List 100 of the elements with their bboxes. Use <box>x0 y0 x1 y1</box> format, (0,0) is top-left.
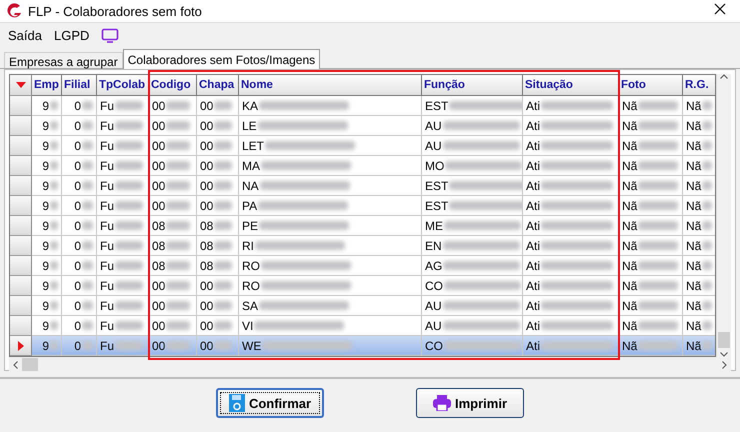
table-cell: 9 <box>32 336 62 356</box>
table-cell: MO <box>422 156 523 176</box>
column-header[interactable]: Filial <box>62 75 97 96</box>
row-indicator[interactable] <box>10 276 32 296</box>
print-button[interactable]: Imprimir <box>416 388 524 418</box>
table-cell: 0 <box>62 196 97 216</box>
menu-item[interactable]: Saída <box>8 28 42 42</box>
row-indicator[interactable] <box>10 156 32 176</box>
table-cell: 0 <box>62 336 97 356</box>
column-header[interactable]: Codigo <box>149 75 197 96</box>
menu-item[interactable]: LGPD <box>54 28 90 42</box>
table-cell: Ati <box>523 336 619 356</box>
table-cell: EST <box>422 96 523 116</box>
table-cell: 0 <box>62 296 97 316</box>
confirm-button[interactable]: Confirmar <box>216 388 324 418</box>
table-cell: RI <box>239 236 422 256</box>
table-cell: 00 <box>197 336 239 356</box>
column-header[interactable]: TpColab <box>97 75 149 96</box>
table-cell: Ati <box>523 216 619 236</box>
column-header[interactable]: Chapa <box>197 75 239 96</box>
table-cell: Ati <box>523 236 619 256</box>
table-cell: 08 <box>197 256 239 276</box>
table-cell: 9 <box>32 176 62 196</box>
row-indicator[interactable] <box>10 256 32 276</box>
vertical-scrollbar[interactable] <box>716 74 731 357</box>
table-cell: NA <box>239 176 422 196</box>
app-logo-icon <box>6 3 22 19</box>
table-cell: SA <box>239 296 422 316</box>
tab[interactable]: Colaboradores sem Fotos/Imagens <box>122 49 320 69</box>
table-cell: Fu <box>97 96 149 116</box>
row-indicator[interactable] <box>10 336 32 356</box>
column-header[interactable]: Função <box>422 75 523 96</box>
table-cell: 00 <box>149 336 197 356</box>
table-cell: Fu <box>97 276 149 296</box>
scroll-right-icon[interactable] <box>722 360 727 368</box>
table-cell: Nã <box>683 336 716 356</box>
sort-down-icon[interactable] <box>16 82 26 88</box>
row-indicator[interactable] <box>10 216 32 236</box>
scroll-thumb[interactable] <box>22 358 38 371</box>
table-cell: Fu <box>97 216 149 236</box>
table-cell: Fu <box>97 116 149 136</box>
table-cell: Ati <box>523 96 619 116</box>
table-cell: 08 <box>149 236 197 256</box>
window-title: FLP - Colaboradores sem foto <box>28 4 203 18</box>
row-indicator[interactable] <box>10 196 32 216</box>
table-cell: Nã <box>619 196 683 216</box>
table-cell: AU <box>422 296 523 316</box>
column-header[interactable]: Emp <box>32 75 62 96</box>
table-cell: 9 <box>32 96 62 116</box>
row-indicator[interactable] <box>10 136 32 156</box>
column-header[interactable]: Nome <box>239 75 422 96</box>
table-cell: 9 <box>32 256 62 276</box>
table-cell: 0 <box>62 216 97 236</box>
table-cell: Nã <box>619 176 683 196</box>
table-cell: Ati <box>523 296 619 316</box>
column-header[interactable]: R.G. <box>683 75 716 96</box>
table-cell: Ati <box>523 196 619 216</box>
horizontal-scrollbar[interactable] <box>9 357 731 372</box>
tab[interactable]: Empresas a agrupar <box>4 52 123 68</box>
column-header[interactable]: Situação <box>523 75 619 96</box>
table-cell: Nã <box>619 216 683 236</box>
table-cell: KA <box>239 96 422 116</box>
row-indicator[interactable] <box>10 236 32 256</box>
table-cell: 00 <box>149 296 197 316</box>
table-cell: Nã <box>619 116 683 136</box>
row-indicator[interactable] <box>10 176 32 196</box>
row-indicator[interactable] <box>10 316 32 336</box>
table-cell: 00 <box>197 96 239 116</box>
table-cell: 08 <box>149 256 197 276</box>
row-indicator[interactable] <box>10 296 32 316</box>
scroll-up-icon[interactable] <box>720 74 728 79</box>
table-cell: 00 <box>149 176 197 196</box>
table-cell: 08 <box>197 236 239 256</box>
table-cell: 00 <box>149 276 197 296</box>
table-cell: 00 <box>197 176 239 196</box>
table-cell: 00 <box>149 136 197 156</box>
scroll-left-icon[interactable] <box>13 360 18 368</box>
table-cell: 0 <box>62 96 97 116</box>
row-indicator[interactable] <box>10 116 32 136</box>
table-cell: Nã <box>619 136 683 156</box>
table-cell: 00 <box>197 116 239 136</box>
table-cell: Ati <box>523 276 619 296</box>
table-cell: Nã <box>619 156 683 176</box>
table-cell: AU <box>422 136 523 156</box>
table-cell: Fu <box>97 296 149 316</box>
column-header[interactable]: Foto <box>619 75 683 96</box>
table-cell: Nã <box>619 96 683 116</box>
table-cell: PE <box>239 216 422 236</box>
monitor-icon[interactable] <box>101 28 120 42</box>
table-cell: LET <box>239 136 422 156</box>
table-cell: 9 <box>32 196 62 216</box>
table-cell: AG <box>422 256 523 276</box>
table-cell: Ati <box>523 176 619 196</box>
scroll-down-icon[interactable] <box>720 352 728 357</box>
table-cell: LE <box>239 116 422 136</box>
row-indicator[interactable] <box>10 96 32 116</box>
table-cell: 9 <box>32 136 62 156</box>
scroll-thumb[interactable] <box>718 332 730 348</box>
table-cell: EST <box>422 196 523 216</box>
table-cell: Fu <box>97 256 149 276</box>
